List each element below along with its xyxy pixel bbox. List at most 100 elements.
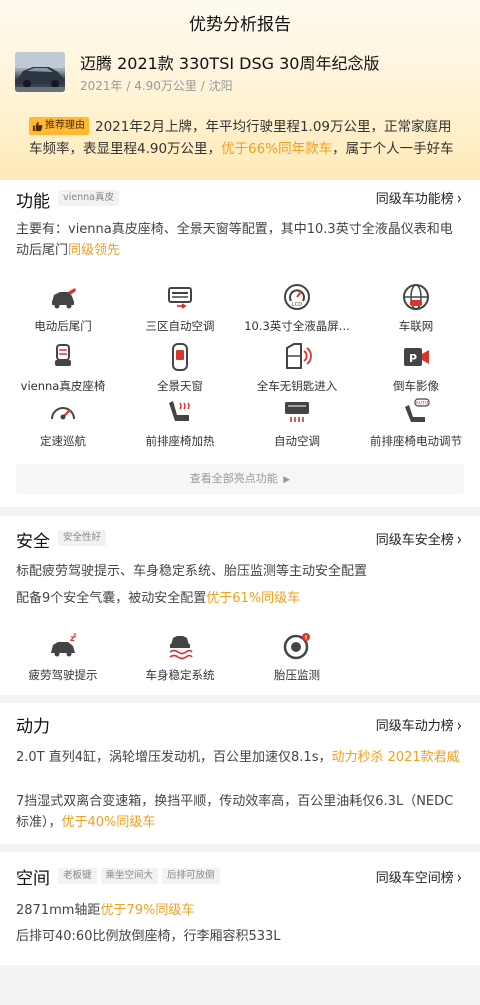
climate-icon <box>168 287 192 309</box>
feature-label: vienna真皮座椅 <box>20 379 106 393</box>
chevron-right-icon: › <box>456 868 462 889</box>
safety-tag: 安全性好 <box>58 530 107 546</box>
power-highlight: 动力秒杀 2021款君威 <box>331 750 460 765</box>
reverse-camera-icon: P <box>404 348 429 366</box>
chevron-right-icon: › <box>456 189 462 210</box>
seat-heating-icon <box>169 401 190 421</box>
feature-leather-seat[interactable]: vienna真皮座椅 <box>3 342 123 394</box>
feature-label: 自动空调 <box>274 434 320 448</box>
safety-highlight: 优于61%同级车 <box>206 591 301 606</box>
svg-text:!: ! <box>305 635 308 642</box>
recommendation-reason: 推荐理由 2021年2月上牌，年平均行驶里程1.09万公里，正常家庭用 车频率，… <box>15 110 465 166</box>
fatigue-alert-icon: z z <box>51 632 77 657</box>
recommendation-tag-label: 推荐理由 <box>45 120 85 131</box>
power-text: 2.0T 直列4缸，涡轮增压发动机，百公里加速仅8.1s， <box>16 750 332 765</box>
sunroof-icon <box>172 343 188 371</box>
svg-text:z: z <box>73 632 77 639</box>
recommendation-tag: 推荐理由 <box>29 117 89 135</box>
feature-label: 胎压监测 <box>274 668 320 682</box>
reason-line-1: 2021年2月上牌，年平均行驶里程1.09万公里，正常家庭用 <box>95 119 452 135</box>
reason-text-tail: ，属于个人一手好车 <box>332 141 454 157</box>
thumbs-up-icon <box>32 121 43 131</box>
feature-label: 全车无钥匙进入 <box>256 379 338 393</box>
feature-climate[interactable]: 三区自动空调 <box>120 282 240 334</box>
power-highlight: 优于40%同级车 <box>61 815 156 830</box>
feature-connected[interactable]: 车联网 <box>356 282 476 334</box>
reason-highlight: 优于66%同年款车 <box>221 141 333 157</box>
power-seat-icon: AUTO <box>405 398 430 422</box>
svg-text:P: P <box>409 352 417 365</box>
function-tags: vienna真皮 <box>58 190 119 206</box>
feature-tailgate[interactable]: 电动后尾门 <box>3 282 123 334</box>
function-rank-link[interactable]: 同级车功能榜 › <box>375 188 462 210</box>
function-card: 功能 vienna真皮 同级车功能榜 › 主要有：vienna真皮座椅、全景天窗等… <box>0 180 480 507</box>
space-highlight: 优于79%同级车 <box>100 903 195 918</box>
safety-line-2: 配备9个安全气囊，被动安全配置优于61%同级车 <box>16 588 464 609</box>
power-card: 动力 同级车动力榜 › 2.0T 直列4缸，涡轮增压发动机，百公里加速仅8.1s，… <box>0 703 480 844</box>
lcd-gauge-icon: LCD <box>284 284 310 310</box>
safety-rank-link[interactable]: 同级车安全榜 › <box>375 529 462 551</box>
leather-seat-icon <box>55 344 71 366</box>
car-name: 迈腾 2021款 330TSI DSG 30周年纪念版 <box>80 54 380 73</box>
feature-label: 电动后尾门 <box>34 319 92 333</box>
feature-label: 三区自动空调 <box>145 319 215 333</box>
safety-rank-label: 同级车安全榜 <box>375 533 454 548</box>
space-rank-link[interactable]: 同级车空间榜 › <box>376 867 462 889</box>
function-title: 功能 <box>16 192 50 212</box>
feature-reverse-camera[interactable]: P 倒车影像 <box>356 342 476 394</box>
function-desc-highlight: 同级领先 <box>68 243 121 258</box>
car-thumbnail[interactable] <box>15 52 65 92</box>
feature-power-seat[interactable]: AUTO 前排座椅电动调节 <box>356 397 476 449</box>
feature-label: 定速巡航 <box>40 434 86 448</box>
space-tag: 后排可放倒 <box>162 868 220 884</box>
power-line-2: 7挡湿式双离合变速箱，换挡平顺，传动效率高，百公里油耗仅6.3L（NEDC标准）… <box>16 791 464 833</box>
feature-label: 前排座椅加热 <box>145 434 215 448</box>
feature-lcd[interactable]: LCD 10.3英寸全液晶屏... <box>237 282 357 334</box>
svg-text:LCD: LCD <box>292 302 302 308</box>
tire-pressure-icon: ! <box>283 633 310 660</box>
feature-auto-ac[interactable]: 自动空调 <box>237 397 357 449</box>
power-rank-label: 同级车动力榜 <box>375 719 454 734</box>
feature-label: 疲劳驾驶提示 <box>28 668 98 682</box>
chevron-right-icon: › <box>456 716 462 737</box>
car-image-icon <box>15 52 65 92</box>
view-all-label: 查看全部亮点功能 <box>189 472 278 485</box>
hero-section: 优势分析报告 迈腾 2021款 330TSI DSG 30周年纪念版 2021年… <box>0 0 480 180</box>
function-description: 主要有：vienna真皮座椅、全景天窗等配置，其中10.3英寸全液晶仪表和电动后… <box>16 219 464 261</box>
feature-stability[interactable]: 车身稳定系统 <box>120 631 240 683</box>
feature-label: 全景天窗 <box>157 379 203 393</box>
page-title: 优势分析报告 <box>189 15 291 35</box>
view-all-features-button[interactable]: 查看全部亮点功能 ▶ <box>16 464 464 494</box>
feature-seat-heating[interactable]: 前排座椅加热 <box>120 397 240 449</box>
cruise-control-icon <box>51 407 75 420</box>
function-rank-label: 同级车功能榜 <box>375 192 454 207</box>
power-title: 动力 <box>16 717 50 737</box>
space-tags: 老板键 乘坐空间大 后排可放倒 <box>58 868 220 884</box>
feature-keyless[interactable]: 全车无钥匙进入 <box>237 342 357 394</box>
tailgate-icon <box>52 288 76 309</box>
connected-car-icon <box>403 284 429 310</box>
space-text: 2871mm轴距 <box>16 903 101 918</box>
chevron-right-icon: › <box>456 530 462 551</box>
safety-text: 配备9个安全气囊，被动安全配置 <box>16 591 207 606</box>
safety-tags: 安全性好 <box>58 530 107 546</box>
auto-ac-icon <box>285 402 309 422</box>
space-title: 空间 <box>16 869 50 889</box>
feature-fatigue[interactable]: z z 疲劳驾驶提示 <box>3 631 123 683</box>
reason-line-2: 车频率，表显里程4.90万公里，优于66%同年款车，属于个人一手好车 <box>29 137 454 157</box>
space-line-1: 2871mm轴距优于79%同级车 <box>16 900 464 921</box>
feature-label: 车身稳定系统 <box>145 668 215 682</box>
stability-control-icon <box>169 636 193 660</box>
safety-line-1: 标配疲劳驾驶提示、车身稳定系统、胎压监测等主动安全配置 <box>16 564 368 579</box>
power-rank-link[interactable]: 同级车动力榜 › <box>375 715 462 737</box>
keyless-entry-icon <box>286 343 312 369</box>
feature-label: 倒车影像 <box>393 379 439 393</box>
feature-sunroof[interactable]: 全景天窗 <box>120 342 240 394</box>
space-tag: 乘坐空间大 <box>100 868 159 884</box>
feature-tire-pressure[interactable]: ! 胎压监测 <box>237 631 357 683</box>
car-meta: 2021年 / 4.90万公里 / 沈阳 <box>80 79 233 93</box>
feature-label: 车联网 <box>398 319 434 333</box>
feature-cruise[interactable]: 定速巡航 <box>3 397 123 449</box>
feature-label: 前排座椅电动调节 <box>370 434 462 448</box>
feature-label: 10.3英寸全液晶屏... <box>244 319 350 333</box>
